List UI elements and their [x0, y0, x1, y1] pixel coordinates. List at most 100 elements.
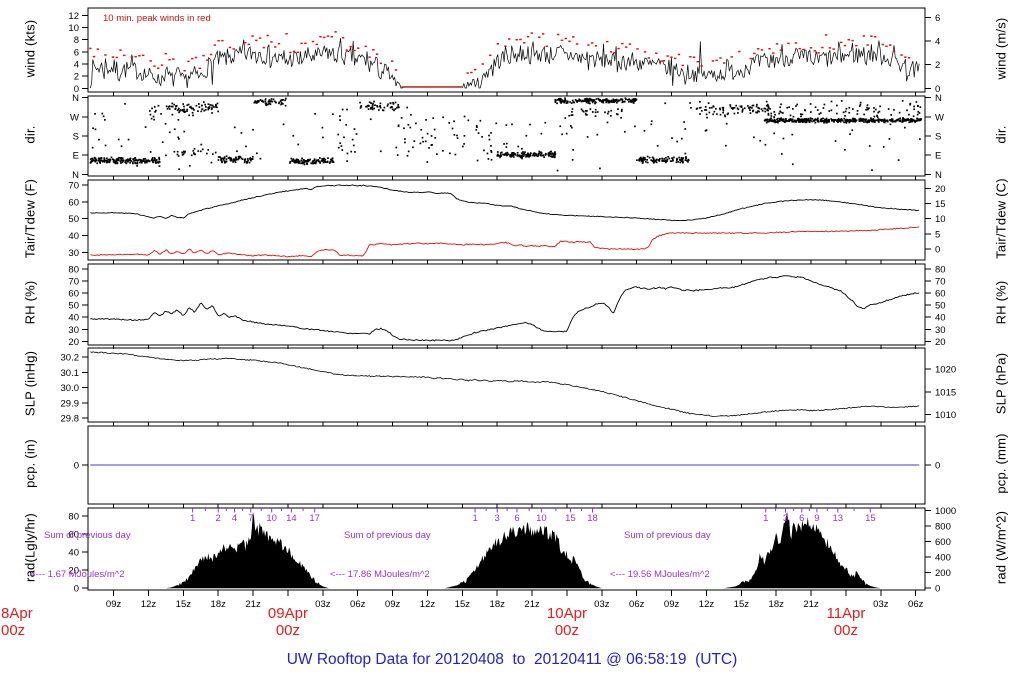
dir-point — [771, 120, 774, 122]
dir-point — [192, 114, 194, 117]
dir-point — [748, 107, 751, 110]
dir-point — [161, 141, 164, 144]
dir-point — [805, 119, 808, 122]
dir-point — [661, 157, 663, 160]
chart-canvas: 0246810120246NESWNNESWN30405060700510152… — [1, 7, 956, 639]
dir-point — [237, 155, 240, 158]
dir-point — [833, 119, 836, 121]
y-tick-label: 30.0 — [61, 383, 80, 394]
dir-point — [757, 106, 760, 109]
dir-point — [551, 152, 554, 155]
wind-peak-dot — [247, 43, 251, 46]
dir-point — [177, 118, 180, 121]
dir-point — [252, 128, 254, 131]
dir-point — [788, 119, 791, 122]
dir-point — [528, 155, 530, 158]
dir-point — [874, 108, 877, 111]
dir-point — [588, 97, 591, 100]
dir-point — [120, 145, 123, 148]
dir-point — [195, 104, 198, 107]
dir-point — [571, 114, 574, 116]
dir-point — [810, 111, 812, 113]
dir-point — [779, 106, 781, 109]
dir-point — [308, 159, 311, 162]
dir-point — [505, 142, 508, 145]
dir-point — [872, 118, 875, 120]
dir-point — [833, 121, 835, 123]
dir-point — [176, 153, 179, 156]
wind-peak-dot — [647, 57, 650, 59]
wind-peak-dot — [138, 54, 141, 57]
dir-point — [467, 119, 470, 122]
dir-point — [232, 160, 235, 163]
dir-point — [176, 109, 179, 112]
dir-point — [889, 123, 892, 126]
dir-point — [101, 159, 104, 162]
dir-point — [706, 116, 708, 119]
dir-point — [391, 106, 393, 109]
dir-point — [95, 159, 98, 162]
y-tick-label: 40 — [68, 231, 79, 242]
wind-peak-dot — [424, 86, 429, 88]
rad-right-axis-label: rad (W/m^2) — [993, 510, 1009, 585]
dir-point — [594, 111, 597, 114]
dir-point — [120, 159, 122, 161]
wind-peak-dot — [368, 56, 371, 58]
dir-point — [171, 102, 174, 105]
y-tick-label: 70 — [68, 181, 79, 192]
dir-point — [822, 107, 825, 109]
dir-point — [641, 162, 644, 164]
dir-point — [586, 100, 589, 102]
dir-point — [345, 123, 348, 126]
dir-point — [132, 162, 134, 165]
dir-point — [683, 121, 685, 123]
dir-point — [116, 162, 118, 165]
dir-point — [314, 162, 316, 165]
dir-point — [310, 162, 312, 165]
wind-peak-dot — [719, 57, 722, 59]
dir-point — [571, 99, 574, 102]
dir-point — [328, 162, 331, 164]
hour-label: 18z — [211, 599, 227, 610]
dir-point — [149, 151, 152, 153]
dir-point — [890, 119, 892, 122]
dir-point — [486, 152, 489, 155]
dir-point — [733, 112, 736, 115]
wind-peak-dot — [711, 60, 715, 62]
dir-point — [250, 158, 253, 160]
dir-point — [657, 159, 660, 161]
dir-point — [205, 152, 208, 155]
dir-point — [859, 103, 862, 106]
dir-point — [463, 143, 465, 145]
dir-point — [178, 138, 180, 140]
dir-point — [428, 147, 430, 149]
dir-point — [291, 159, 294, 162]
dir-point — [842, 111, 845, 114]
dir-point — [816, 120, 819, 123]
wind-peak-dot — [723, 62, 726, 64]
dir-point — [207, 103, 210, 106]
wind-peak-dot — [700, 65, 703, 67]
dir-point — [695, 108, 698, 110]
wind-peak-dot — [666, 55, 669, 57]
y-tick-label: 40 — [68, 313, 79, 324]
uw-meteogram: 0 2 4 6 8 10 12 0 2 4 6 N E S W N N E S W N 30 40 50 60 70 0 5 10 15 2… — [0, 0, 1024, 700]
dir-point — [521, 157, 523, 160]
dir-point — [320, 160, 323, 162]
dir-point — [715, 107, 717, 110]
y-tick-label: 50 — [935, 301, 946, 312]
y-tick-label: 4 — [74, 60, 79, 71]
dir-point — [757, 110, 759, 112]
dir-point — [885, 119, 888, 122]
dir-point — [168, 108, 171, 110]
dir-point — [628, 100, 630, 103]
dir-point — [373, 107, 376, 110]
wind-peak-dot — [341, 37, 345, 39]
rad-mark-label: 7 — [248, 513, 253, 524]
dir-point — [214, 151, 217, 154]
wind-peak-dot — [262, 46, 266, 49]
dir-point — [862, 118, 865, 121]
wind-peak-dot — [538, 36, 541, 38]
dir-point — [327, 157, 329, 159]
dir-point — [193, 147, 196, 150]
